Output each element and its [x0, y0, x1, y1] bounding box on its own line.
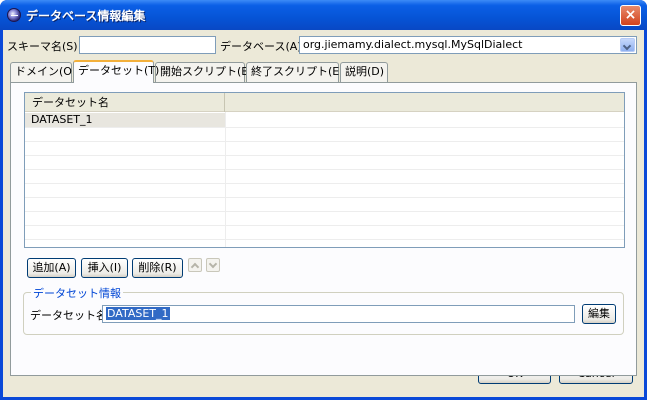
row-divider — [25, 169, 624, 170]
tab-description[interactable]: 説明(D) — [340, 62, 388, 82]
dataset-table[interactable]: データセット名 DATASET_1 — [24, 92, 625, 248]
tab-start-script[interactable]: 開始スクリプト(B) — [155, 62, 253, 82]
database-label: データベース(A) — [220, 40, 302, 53]
dataset-name-label: データセット名 — [30, 309, 107, 322]
database-select-value: org.jiemamy.dialect.mysql.MySqlDialect — [303, 38, 523, 51]
row-divider — [25, 141, 624, 142]
row-divider — [25, 155, 624, 156]
row-divider — [25, 183, 624, 184]
move-up-icon[interactable] — [188, 258, 202, 272]
edit-button[interactable]: 編集 — [582, 304, 616, 324]
tab-domain[interactable]: ドメイン(O) — [10, 62, 76, 82]
row-divider — [25, 197, 624, 198]
dialog-client-area: スキーマ名(S) データベース(A) org.jiemamy.dialect.m… — [3, 30, 644, 397]
row-divider — [25, 225, 624, 226]
tab-end-script[interactable]: 終了スクリプト(E) — [246, 62, 344, 82]
chevron-down-icon[interactable] — [620, 38, 635, 52]
row-divider — [25, 239, 624, 240]
tab-dataset[interactable]: データセット(T) — [73, 60, 159, 83]
move-down-icon[interactable] — [206, 258, 220, 272]
dataset-name-input[interactable]: DATASET_1 — [102, 305, 575, 323]
eclipse-app-icon — [7, 8, 21, 22]
row-divider — [25, 211, 624, 212]
table-header: データセット名 — [25, 93, 624, 112]
column-header-dataset-name[interactable]: データセット名 — [25, 93, 225, 112]
add-button[interactable]: 追加(A) — [27, 258, 76, 278]
schema-name-input[interactable] — [79, 36, 216, 54]
title-bar[interactable]: データベース情報編集 × — [0, 0, 647, 30]
table-row[interactable]: DATASET_1 — [25, 113, 225, 127]
delete-button[interactable]: 削除(R) — [132, 258, 183, 278]
row-divider — [25, 127, 624, 128]
dataset-info-group-title: データセット情報 — [31, 285, 123, 301]
database-select[interactable]: org.jiemamy.dialect.mysql.MySqlDialect — [299, 36, 637, 54]
dialog-window: データベース情報編集 × スキーマ名(S) データベース(A) org.jiem… — [0, 0, 647, 400]
close-button[interactable]: × — [620, 5, 641, 26]
column-divider — [225, 112, 226, 247]
dataset-name-value: DATASET_1 — [106, 307, 170, 320]
dataset-info-group: データセット情報 データセット名 DATASET_1 編集 — [23, 285, 624, 335]
schema-name-label: スキーマ名(S) — [7, 40, 78, 53]
insert-button[interactable]: 挿入(I) — [81, 258, 128, 278]
window-title: データベース情報編集 — [26, 9, 146, 23]
